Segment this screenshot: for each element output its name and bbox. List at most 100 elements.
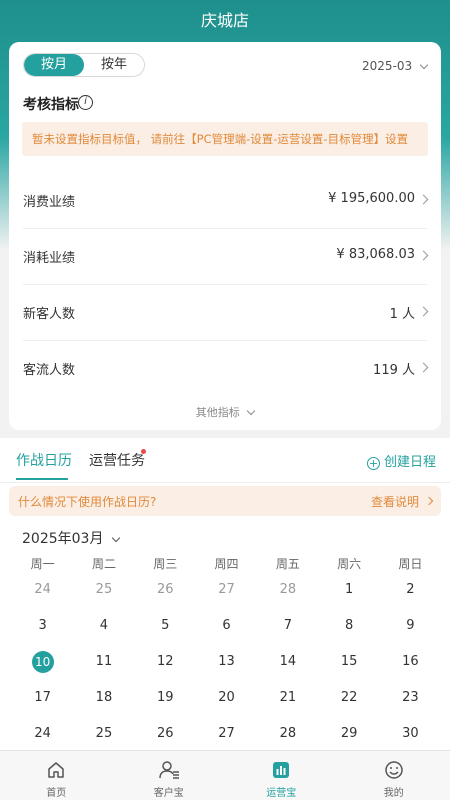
weekday-label: 周一 xyxy=(30,557,55,571)
calendar-day[interactable]: 13 xyxy=(196,650,257,686)
chart-icon xyxy=(225,760,338,782)
chevron-down-icon xyxy=(111,533,121,543)
calendar-week: 3 4 5 6 7 8 9 xyxy=(12,614,444,650)
divider xyxy=(0,482,450,483)
metric-value: 1 人 xyxy=(389,307,415,322)
today-marker: 10 xyxy=(31,651,54,673)
metric-value: 119 人 xyxy=(373,363,415,378)
home-icon xyxy=(0,760,113,782)
metric-row-traffic[interactable]: 客流人数 119 人 xyxy=(23,341,429,397)
calendar-day[interactable]: 19 xyxy=(135,686,196,722)
month-picker-value: 2025-03 xyxy=(362,59,413,73)
more-metrics-toggle[interactable]: 其他指标 xyxy=(9,404,441,420)
chevron-right-icon xyxy=(418,250,429,261)
chevron-down-icon xyxy=(419,60,429,70)
weekday-label: 周六 xyxy=(337,557,362,571)
calendar-month-label: 2025年03月 xyxy=(22,531,104,547)
weekday-label: 周五 xyxy=(275,557,300,571)
calendar-day[interactable]: 5 xyxy=(135,614,196,650)
calendar-day[interactable]: 6 xyxy=(196,614,257,650)
calendar-day[interactable]: 20 xyxy=(196,686,257,722)
calendar-day[interactable]: 18 xyxy=(73,686,134,722)
tab-operation-tasks[interactable]: 运营任务 xyxy=(89,450,145,470)
calendar-day[interactable]: 24 xyxy=(12,578,73,614)
chevron-right-icon xyxy=(424,496,434,506)
customer-icon xyxy=(113,760,226,782)
calendar-week: 10 11 12 13 14 15 16 xyxy=(12,650,444,686)
calendar-week: 17 18 19 20 21 22 23 xyxy=(12,686,444,722)
calendar-day[interactable]: 15 xyxy=(318,650,379,686)
calendar-panel: 作战日历 运营任务 + 创建日程 什么情况下使用作战日历? 查看说明 2025年0… xyxy=(0,438,450,750)
metric-label: 新客人数 xyxy=(23,307,76,322)
target-notice: 暂未设置指标目标值， 请前往【PC管理端-设置-运营设置-目标管理】设置 xyxy=(22,122,428,156)
metric-label: 消耗业绩 xyxy=(23,251,76,266)
smile-icon xyxy=(338,760,450,782)
calendar-day[interactable]: 26 xyxy=(135,578,196,614)
help-question: 什么情况下使用作战日历? xyxy=(18,495,157,509)
weekday-label: 周三 xyxy=(153,557,178,571)
calendar-day[interactable]: 4 xyxy=(73,614,134,650)
tab-battle-calendar[interactable]: 作战日历 xyxy=(16,450,72,470)
nav-item-operations[interactable]: 运营宝 xyxy=(225,751,338,800)
calendar-day[interactable]: 7 xyxy=(257,614,318,650)
create-schedule-button[interactable]: + 创建日程 xyxy=(366,451,436,470)
chevron-down-icon xyxy=(247,406,256,416)
metric-value: ¥ 195,600.00 xyxy=(328,191,415,206)
nav-item-mine[interactable]: 我的 xyxy=(338,751,450,800)
calendar-day-today[interactable]: 10 xyxy=(12,650,73,686)
calendar-day[interactable]: 27 xyxy=(196,578,257,614)
nav-item-home[interactable]: 首页 xyxy=(0,751,113,800)
calendar-day[interactable]: 2 xyxy=(380,578,441,614)
calendar-day[interactable]: 1 xyxy=(318,578,379,614)
chevron-right-icon xyxy=(418,306,429,317)
calendar-day[interactable]: 14 xyxy=(257,650,318,686)
weekday-header: 周一 周二 周三 周四 周五 周六 周日 xyxy=(12,555,444,572)
tab-underline xyxy=(16,478,68,480)
metric-row-new-customers[interactable]: 新客人数 1 人 xyxy=(23,285,429,341)
calendar-day[interactable]: 22 xyxy=(318,686,379,722)
page-title: 庆城店 xyxy=(200,11,249,30)
metric-value: ¥ 83,068.03 xyxy=(336,247,415,262)
calendar-day[interactable]: 3 xyxy=(12,614,73,650)
section-title: 考核指标 xyxy=(23,97,79,113)
calendar-day[interactable]: 11 xyxy=(73,650,134,686)
nav-label: 客户宝 xyxy=(153,788,184,799)
calendar-day[interactable]: 28 xyxy=(257,578,318,614)
period-year-option[interactable]: 按年 xyxy=(84,54,144,76)
period-month-option[interactable]: 按月 xyxy=(24,54,84,76)
month-picker[interactable]: 2025-03 xyxy=(362,59,429,73)
calendar-day[interactable]: 25 xyxy=(73,578,134,614)
assessment-card: 按月 按年 2025-03 考核指标 i 暂未设置指标目标值， 请前往【PC管理… xyxy=(9,42,441,430)
calendar-day[interactable]: 8 xyxy=(318,614,379,650)
metric-label: 客流人数 xyxy=(23,363,76,378)
nav-label: 首页 xyxy=(46,788,67,799)
nav-item-customer[interactable]: 客户宝 xyxy=(113,751,226,800)
info-icon[interactable]: i xyxy=(78,95,93,110)
calendar-day[interactable]: 16 xyxy=(380,650,441,686)
calendar-month-picker[interactable]: 2025年03月 xyxy=(22,528,121,548)
chevron-right-icon xyxy=(418,362,429,373)
create-schedule-label: 创建日程 xyxy=(383,455,436,470)
calendar-day[interactable]: 23 xyxy=(380,686,441,722)
bottom-nav: 首页 客户宝 运营宝 我的 xyxy=(0,750,450,800)
metric-row-consumption[interactable]: 消费业绩 ¥ 195,600.00 xyxy=(23,173,429,229)
chevron-right-icon xyxy=(418,194,429,205)
period-toggle[interactable]: 按月 按年 xyxy=(23,53,145,77)
notification-dot xyxy=(141,449,146,454)
calendar-day[interactable]: 21 xyxy=(257,686,318,722)
metric-label: 消费业绩 xyxy=(23,195,76,210)
nav-label: 我的 xyxy=(383,788,404,799)
calendar-day[interactable]: 17 xyxy=(12,686,73,722)
weekday-label: 周日 xyxy=(398,557,423,571)
more-metrics-label: 其他指标 xyxy=(195,406,240,419)
calendar-day[interactable]: 12 xyxy=(135,650,196,686)
metric-row-usage[interactable]: 消耗业绩 ¥ 83,068.03 xyxy=(23,229,429,285)
help-link[interactable]: 查看说明 xyxy=(371,493,419,510)
calendar-grid: 24 25 26 27 28 1 2 3 4 5 6 7 8 9 10 11 1… xyxy=(12,578,444,758)
calendar-week: 24 25 26 27 28 1 2 xyxy=(12,578,444,614)
calendar-day[interactable]: 9 xyxy=(380,614,441,650)
weekday-label: 周四 xyxy=(214,557,239,571)
weekday-label: 周二 xyxy=(91,557,116,571)
help-banner[interactable]: 什么情况下使用作战日历? 查看说明 xyxy=(9,486,441,516)
nav-label: 运营宝 xyxy=(266,788,297,799)
